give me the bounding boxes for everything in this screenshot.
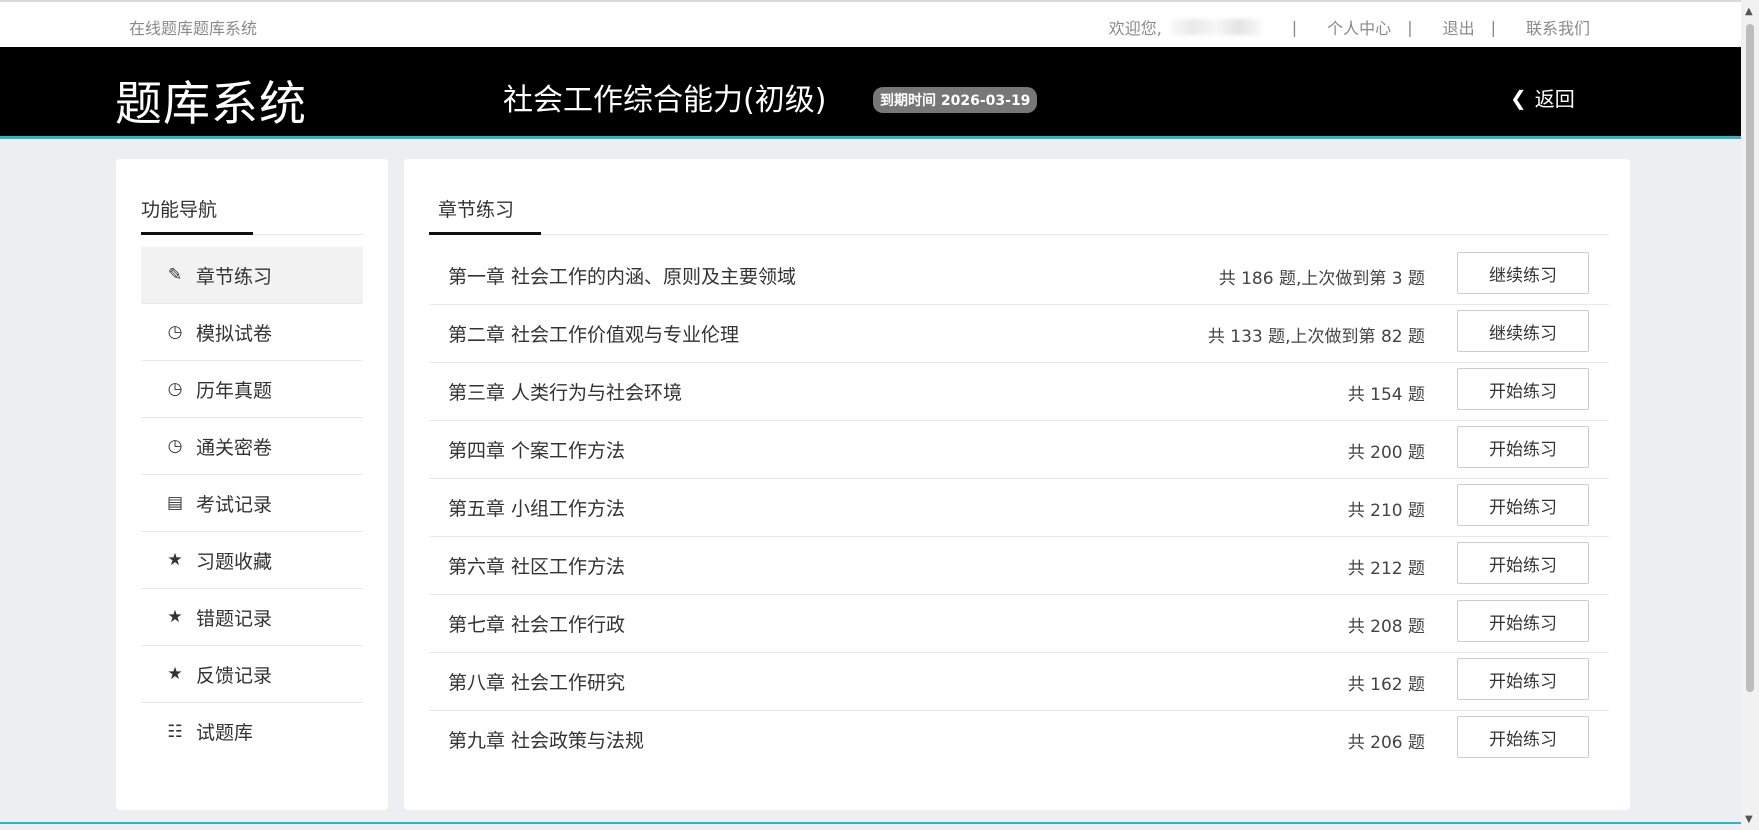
sidebar-item-exam-records[interactable]: ▤ 考试记录 xyxy=(141,475,363,532)
top-links: 欢迎您, | 个人中心 | 退出 | 联系我们 xyxy=(1109,15,1590,39)
sidebar-title: 功能导航 xyxy=(141,199,218,221)
chapter-name: 第二章 社会工作价值观与专业伦理 xyxy=(448,324,740,346)
sidebar-item-label: 错题记录 xyxy=(196,607,273,630)
sidebar-item-wrong-answers[interactable]: ★ 错题记录 xyxy=(141,589,363,646)
star-icon: ★ xyxy=(167,550,183,570)
chapter-count: 共 212 题 xyxy=(1347,559,1425,579)
top-bar: 在线题库题库系统 欢迎您, | 个人中心 | 退出 | 联系我们 xyxy=(0,0,1741,47)
chapter-name: 第五章 小组工作方法 xyxy=(448,498,626,520)
sidebar-item-question-bank[interactable]: ☷ 试题库 xyxy=(141,703,363,760)
chapter-row: 第七章 社会工作行政 共 208 题 开始练习 xyxy=(429,595,1609,653)
nav-list: ✎ 章节练习 ◷ 模拟试卷 ◷ 历年真题 ◷ 通关密卷 ▤ 考试记录 ★ 习题收… xyxy=(141,247,363,760)
logout-link[interactable]: 退出 xyxy=(1443,15,1475,39)
chapter-name: 第七章 社会工作行政 xyxy=(448,614,626,636)
header: 题库系统 社会工作综合能力(初级) 到期时间 2026-03-19 ❮ 返回 xyxy=(0,47,1741,139)
chapter-name: 第四章 个案工作方法 xyxy=(448,440,626,462)
sidebar-item-label: 考试记录 xyxy=(196,493,273,516)
sidebar-item-favorites[interactable]: ★ 习题收藏 xyxy=(141,532,363,589)
profile-link[interactable]: 个人中心 xyxy=(1327,15,1391,39)
sidebar: 功能导航 ✎ 章节练习 ◷ 模拟试卷 ◷ 历年真题 ◷ 通关密卷 ▤ 考试记录 … xyxy=(116,159,388,810)
divider xyxy=(429,234,1609,235)
separator: | xyxy=(1490,17,1496,37)
sidebar-item-label: 试题库 xyxy=(196,722,254,744)
logo: 题库系统 xyxy=(115,77,307,132)
chapter-count: 共 208 题 xyxy=(1347,617,1425,637)
sidebar-title-underline xyxy=(141,232,253,235)
start-practice-button[interactable]: 开始练习 xyxy=(1457,484,1589,526)
chapter-name: 第九章 社会政策与法规 xyxy=(448,730,645,752)
chapter-name: 第六章 社区工作方法 xyxy=(448,556,626,578)
back-button[interactable]: ❮ 返回 xyxy=(1510,83,1575,112)
sidebar-item-past-papers[interactable]: ◷ 历年真题 xyxy=(141,361,363,418)
scroll-thumb[interactable] xyxy=(1746,24,1754,692)
chapter-count: 共 133 题,上次做到第 82 题 xyxy=(1207,327,1425,347)
start-practice-button[interactable]: 开始练习 xyxy=(1457,658,1589,700)
clock-icon: ◷ xyxy=(167,436,183,456)
clock-icon: ◷ xyxy=(167,379,183,399)
chapter-name: 第一章 社会工作的内涵、原则及主要领域 xyxy=(448,266,797,288)
back-label: 返回 xyxy=(1534,87,1575,111)
sidebar-item-mock-exam[interactable]: ◷ 模拟试卷 xyxy=(141,304,363,361)
start-practice-button[interactable]: 开始练习 xyxy=(1457,542,1589,584)
grid-icon: ☷ xyxy=(167,721,183,742)
chapter-count: 共 162 题 xyxy=(1347,675,1425,695)
chapter-count: 共 154 题 xyxy=(1347,385,1425,405)
sidebar-item-label: 章节练习 xyxy=(196,265,273,288)
chapter-row: 第四章 个案工作方法 共 200 题 开始练习 xyxy=(429,421,1609,479)
star-icon: ★ xyxy=(167,664,183,684)
tab-underline xyxy=(429,232,541,235)
start-practice-button[interactable]: 开始练习 xyxy=(1457,716,1589,758)
chapter-count: 共 206 题 xyxy=(1347,733,1425,753)
welcome-text: 欢迎您, xyxy=(1108,19,1162,38)
site-name: 在线题库题库系统 xyxy=(129,19,258,38)
username-redacted xyxy=(1169,19,1262,35)
chapter-row: 第八章 社会工作研究 共 162 题 开始练习 xyxy=(429,653,1609,711)
chapter-name: 第八章 社会工作研究 xyxy=(448,672,626,694)
separator: | xyxy=(1291,17,1298,37)
contact-link[interactable]: 联系我们 xyxy=(1526,15,1590,39)
sidebar-item-secret-papers[interactable]: ◷ 通关密卷 xyxy=(141,418,363,475)
chapter-row: 第三章 人类行为与社会环境 共 154 题 开始练习 xyxy=(429,363,1609,421)
sidebar-item-label: 模拟试卷 xyxy=(196,322,273,345)
chapter-count: 共 186 题,上次做到第 3 题 xyxy=(1218,269,1425,289)
footer-accent-line xyxy=(0,822,1741,824)
start-practice-button[interactable]: 开始练习 xyxy=(1457,600,1589,642)
chapter-name: 第三章 人类行为与社会环境 xyxy=(448,382,683,404)
sidebar-item-label: 通关密卷 xyxy=(196,436,273,459)
chapter-row: 第一章 社会工作的内涵、原则及主要领域 共 186 题,上次做到第 3 题 继续… xyxy=(429,247,1609,305)
scrollbar[interactable]: ▲ ▼ xyxy=(1741,0,1759,830)
clock-icon: ◷ xyxy=(167,322,183,342)
sidebar-item-chapter-practice[interactable]: ✎ 章节练习 xyxy=(141,247,363,304)
chapter-row: 第二章 社会工作价值观与专业伦理 共 133 题,上次做到第 82 题 继续练习 xyxy=(429,305,1609,363)
chapter-row: 第五章 小组工作方法 共 210 题 开始练习 xyxy=(429,479,1609,537)
sidebar-item-label: 历年真题 xyxy=(196,379,273,402)
sidebar-item-label: 反馈记录 xyxy=(196,664,273,687)
chevron-left-icon: ❮ xyxy=(1510,85,1527,110)
star-icon: ★ xyxy=(167,607,183,627)
sidebar-item-label: 习题收藏 xyxy=(196,550,273,573)
tab-chapter-practice[interactable]: 章节练习 xyxy=(438,195,514,222)
pencil-icon: ✎ xyxy=(167,265,183,285)
chapter-row: 第九章 社会政策与法规 共 206 题 开始练习 xyxy=(429,711,1609,769)
main-panel: 章节练习 第一章 社会工作的内涵、原则及主要领域 共 186 题,上次做到第 3… xyxy=(404,159,1630,810)
course-title: 社会工作综合能力(初级) xyxy=(503,83,827,118)
continue-practice-button[interactable]: 继续练习 xyxy=(1457,310,1589,352)
sidebar-item-feedback[interactable]: ★ 反馈记录 xyxy=(141,646,363,703)
start-practice-button[interactable]: 开始练习 xyxy=(1457,426,1589,468)
chapter-count: 共 210 题 xyxy=(1347,501,1425,521)
scroll-up-icon[interactable]: ▲ xyxy=(1745,6,1753,17)
scroll-down-icon[interactable]: ▼ xyxy=(1745,814,1753,825)
continue-practice-button[interactable]: 继续练习 xyxy=(1457,252,1589,294)
chapter-count: 共 200 题 xyxy=(1347,443,1425,463)
list-icon: ▤ xyxy=(166,493,184,513)
separator: | xyxy=(1407,17,1413,37)
start-practice-button[interactable]: 开始练习 xyxy=(1457,368,1589,410)
chapter-row: 第六章 社区工作方法 共 212 题 开始练习 xyxy=(429,537,1609,595)
expiry-badge: 到期时间 2026-03-19 xyxy=(873,87,1038,113)
chapter-list: 第一章 社会工作的内涵、原则及主要领域 共 186 题,上次做到第 3 题 继续… xyxy=(429,247,1609,769)
